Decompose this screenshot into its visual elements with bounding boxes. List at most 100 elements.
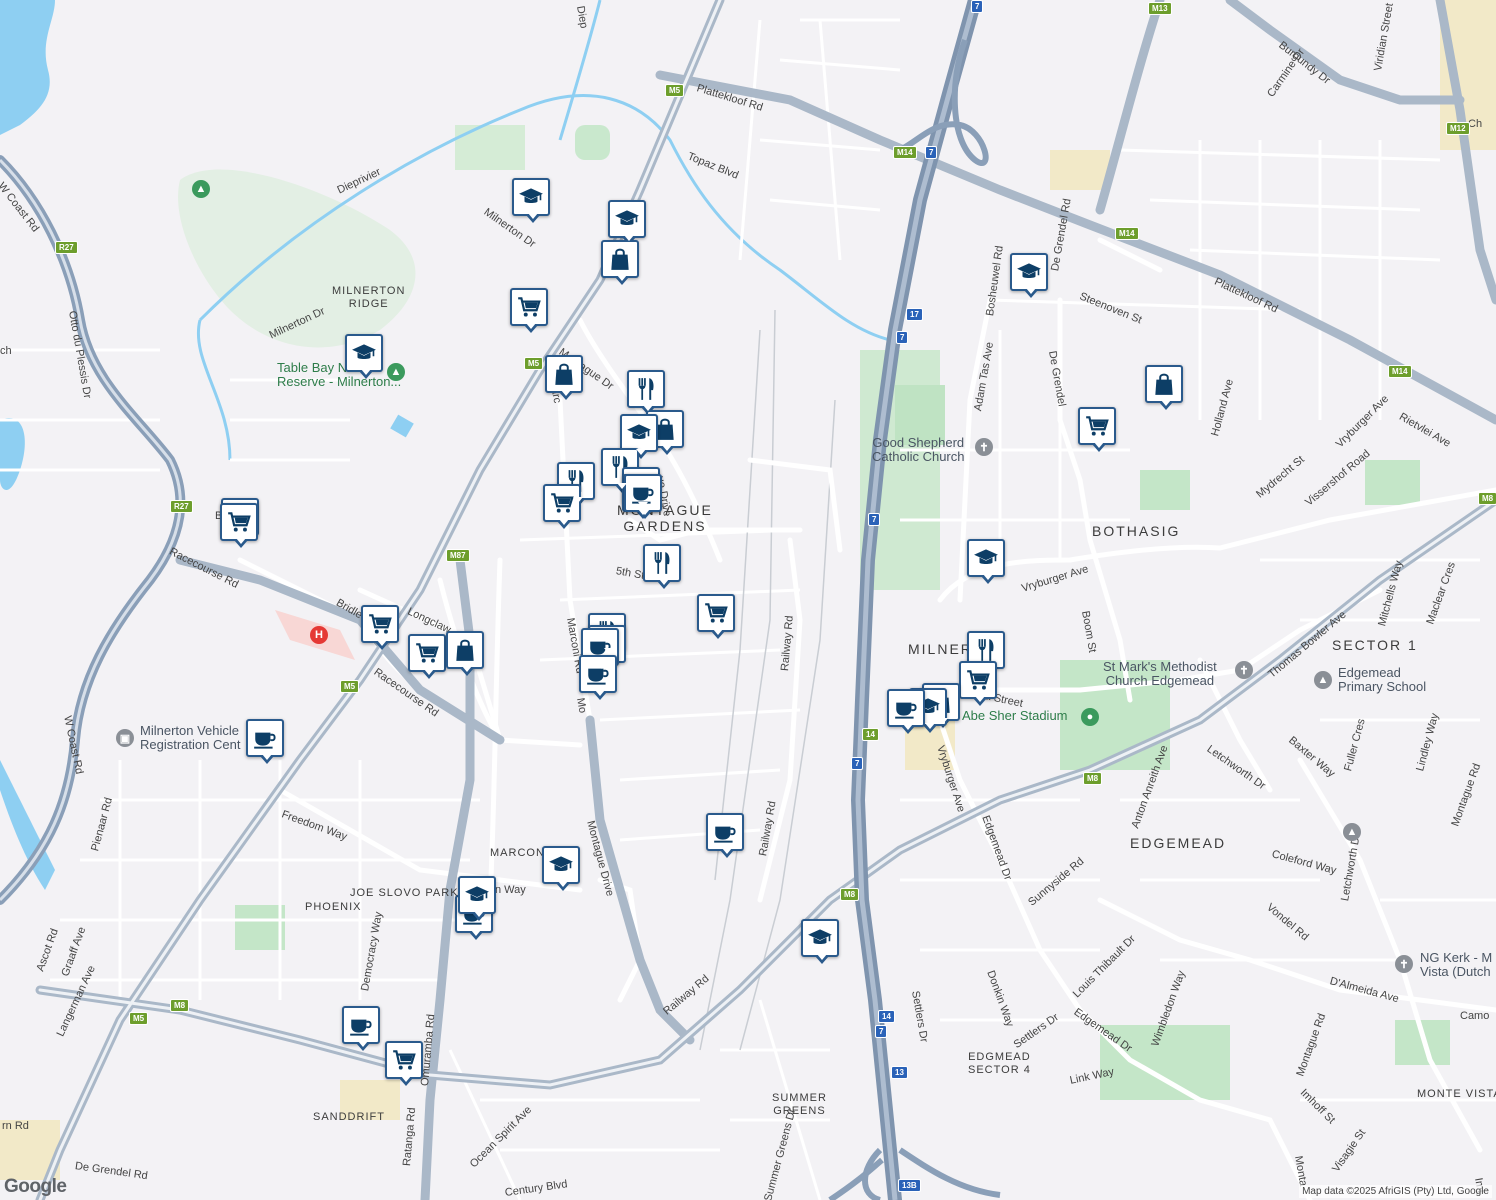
- poi-label-st-marks[interactable]: St Mark's Methodist Church Edgemead: [1103, 660, 1217, 688]
- route-shield: M13: [1148, 2, 1172, 15]
- church-pin-icon[interactable]: ✝: [975, 438, 993, 456]
- school-marker[interactable]: [620, 414, 658, 459]
- restaurant-marker[interactable]: [627, 370, 665, 415]
- shopping-marker[interactable]: [545, 355, 583, 400]
- route-shield: 14: [862, 728, 879, 741]
- school-icon: [807, 925, 833, 951]
- poi-label-milnerton-vehicle[interactable]: Milnerton Vehicle Registration Cent: [140, 724, 240, 752]
- stadium-pin-icon[interactable]: ●: [1081, 708, 1099, 726]
- shopping-marker[interactable]: [1145, 365, 1183, 410]
- school-icon: [1016, 259, 1042, 285]
- church-pin-icon[interactable]: ✝: [1235, 661, 1253, 679]
- river-line: [197, 319, 232, 461]
- park-area: [1365, 460, 1420, 505]
- area-label-milnerton-ridge: MILNERTON RIDGE: [332, 285, 406, 310]
- route-shield: M14: [893, 146, 917, 159]
- w-coast-road-center: [0, 158, 182, 902]
- route-shield: 7: [868, 513, 881, 526]
- restaurant-icon: [973, 637, 999, 663]
- shopping-marker[interactable]: [446, 631, 484, 676]
- school-marker[interactable]: [967, 539, 1005, 584]
- route-shield: 7: [896, 331, 909, 344]
- grocery-marker[interactable]: [543, 484, 581, 529]
- poi-label-edgemead-primary[interactable]: Edgemead Primary School: [1338, 666, 1426, 694]
- cafe-icon: [348, 1012, 374, 1038]
- school-icon: [973, 545, 999, 571]
- poi-label-good-shepherd[interactable]: Good Shepherd Catholic Church: [872, 436, 965, 464]
- grocery-marker[interactable]: [697, 594, 735, 639]
- grocery-marker[interactable]: [1078, 407, 1116, 452]
- area-label-edgemead: EDGEMEAD: [1130, 835, 1227, 851]
- park-area: [1140, 470, 1190, 510]
- commercial-area: [1050, 150, 1110, 190]
- grocery-marker[interactable]: [385, 1041, 423, 1086]
- grocery-marker[interactable]: [510, 288, 548, 333]
- cafe-marker[interactable]: [246, 719, 284, 764]
- restaurant-icon: [633, 376, 659, 402]
- grocery-marker[interactable]: [408, 634, 446, 679]
- cafe-marker[interactable]: [342, 1006, 380, 1051]
- map-attribution[interactable]: Map data ©2025 AfriGIS (Pty) Ltd, Google: [1299, 1185, 1492, 1198]
- area-label-sanddrift: SANDDRIFT: [313, 1111, 385, 1123]
- shopping-marker[interactable]: [601, 240, 639, 285]
- route-shield: 7: [971, 0, 984, 13]
- restaurant-icon: [649, 550, 675, 576]
- route-shield: M8: [1478, 492, 1496, 505]
- grocery-icon: [549, 490, 575, 516]
- park-pin-icon[interactable]: ▲: [192, 180, 210, 198]
- google-logo: Google: [4, 1176, 67, 1197]
- route-shield: M5: [129, 1012, 149, 1025]
- school-marker[interactable]: [512, 178, 550, 223]
- grocery-icon: [367, 611, 393, 637]
- route-shield: 17: [906, 308, 923, 321]
- road-label: Camo: [1460, 1010, 1490, 1022]
- lagoon-area: [0, 418, 25, 490]
- route-shield: M87: [446, 549, 470, 562]
- cafe-icon: [893, 695, 919, 721]
- poi-label-abe-sher-stadium[interactable]: Abe Sher Stadium: [962, 709, 1068, 723]
- route-shield: M14: [1115, 227, 1139, 240]
- grocery-icon: [703, 600, 729, 626]
- school-marker[interactable]: [1010, 253, 1048, 298]
- hospital-pin-icon[interactable]: H: [310, 626, 328, 644]
- church-pin-icon[interactable]: ✝: [1395, 955, 1413, 973]
- poi-label-ng-kerk[interactable]: NG Kerk - M Vista (Dutch: [1420, 951, 1492, 979]
- restaurant-marker[interactable]: [643, 544, 681, 589]
- cafe-marker[interactable]: [887, 689, 925, 734]
- route-shield: M8: [170, 999, 190, 1012]
- route-shield: M12: [1446, 122, 1470, 135]
- route-shield: M5: [524, 357, 544, 370]
- shopping-icon: [551, 361, 577, 387]
- school-icon: [626, 420, 652, 446]
- grocery-marker[interactable]: [361, 605, 399, 650]
- school-icon: [464, 882, 490, 908]
- cafe-marker[interactable]: [706, 813, 744, 858]
- school-pin-icon[interactable]: ▲: [1314, 671, 1332, 689]
- shopping-icon: [1151, 371, 1177, 397]
- road-label: rn Rd: [2, 1120, 29, 1132]
- route-shield: M5: [665, 84, 685, 97]
- road-label: ch: [0, 345, 12, 357]
- school-marker[interactable]: [345, 334, 383, 379]
- sea-area: [0, 0, 55, 135]
- route-shield: R27: [55, 241, 78, 254]
- road-label: Mo: [574, 696, 589, 715]
- route-shield: M5: [340, 680, 360, 693]
- school-marker[interactable]: [542, 846, 580, 891]
- government-pin-icon[interactable]: ▣: [116, 729, 134, 747]
- route-shield: M14: [1388, 365, 1412, 378]
- area-label-summer-greens: SUMMER GREENS: [772, 1092, 827, 1117]
- school-marker[interactable]: [458, 876, 496, 921]
- school-marker[interactable]: [801, 919, 839, 964]
- route-shield: M8: [1083, 772, 1103, 785]
- grocery-icon: [391, 1047, 417, 1073]
- route-shield: 7: [851, 757, 864, 770]
- area-label-monte-vista: MONTE VISTA: [1417, 1088, 1496, 1100]
- area-label-edgmead-sector-4: EDGMEAD SECTOR 4: [968, 1051, 1031, 1076]
- school-marker[interactable]: [608, 200, 646, 245]
- map-canvas[interactable]: MONTAGUE GARDENS BOTHASIG MILNERTON EDGEM…: [0, 0, 1496, 1200]
- road-label: Ch: [1468, 118, 1483, 130]
- park-area: [455, 125, 525, 170]
- school-icon: [548, 852, 574, 878]
- school-pin-icon[interactable]: ▲: [1343, 823, 1361, 841]
